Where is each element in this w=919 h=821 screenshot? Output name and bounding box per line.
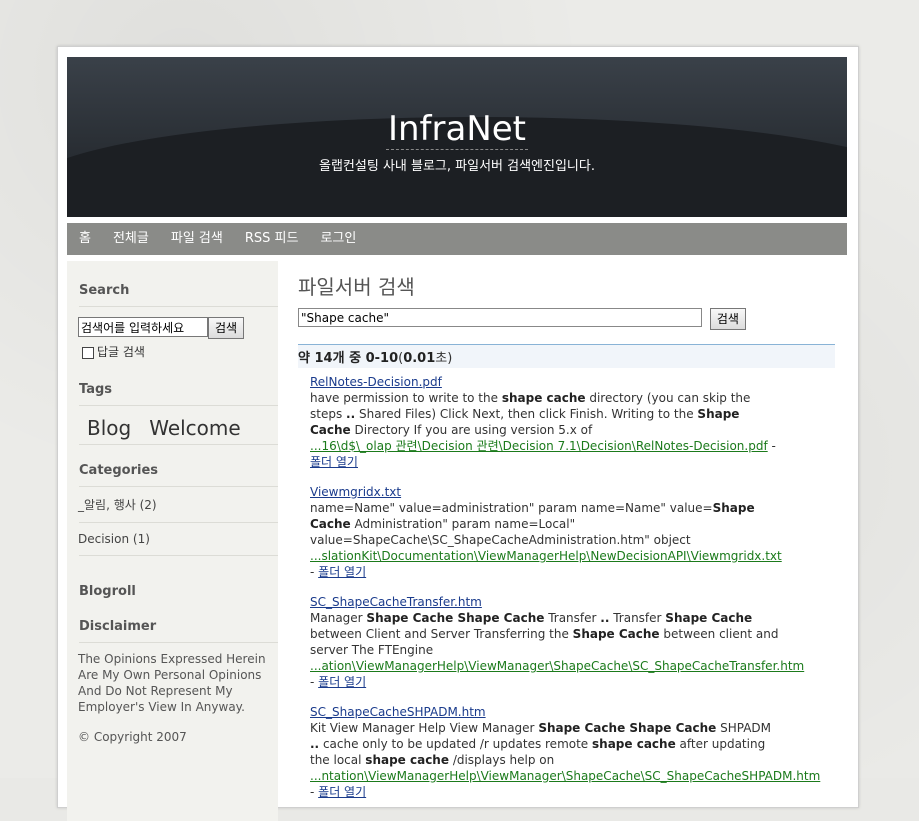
result-title-link[interactable]: SC_ShapeCacheTransfer.htm (310, 594, 780, 610)
count-prefix: 약 (298, 351, 315, 366)
divider (79, 444, 278, 445)
nav-file-search[interactable]: 파일 검색 (171, 223, 223, 255)
search-result: SC_ShapeCacheSHPADM.htm Kit View Manager… (310, 704, 821, 800)
tag-cloud: Blog Welcome (67, 406, 278, 444)
result-snippet: Manager Shape Cache Shape Cache Transfer… (310, 611, 779, 657)
file-search-input[interactable] (298, 308, 702, 327)
result-snippet: name=Name" value=administration" param n… (310, 501, 755, 547)
sidebar-search-button[interactable]: 검색 (208, 317, 245, 339)
nav-login[interactable]: 로그인 (320, 223, 356, 255)
open-folder-link[interactable]: 폴더 열기 (310, 455, 358, 469)
top-nav: 홈 전체글 파일 검색 RSS 피드 로그인 (67, 223, 847, 255)
open-folder-link[interactable]: 폴더 열기 (318, 675, 366, 689)
result-path-link[interactable]: ...16\d$\_olap 관련\Decision 관련\Decision 7… (310, 439, 768, 453)
tag-welcome[interactable]: Welcome (149, 416, 240, 440)
divider (79, 555, 278, 556)
search-result: RelNotes-Decision.pdf have permission to… (310, 374, 780, 470)
site-subtitle: 올랩컨설팅 사내 블로그, 파일서버 검색엔진입니다. (319, 159, 595, 174)
sidebar-search: 검색 답글 검색 (67, 307, 278, 360)
result-path-row: ...ation\ViewManagerHelp\ViewManager\Sha… (310, 659, 805, 689)
count-time-close: 초) (435, 351, 453, 366)
nav-home[interactable]: 홈 (79, 223, 91, 255)
search-heading: Search (79, 283, 130, 298)
file-search-form: 검색 (298, 308, 838, 330)
open-folder-link[interactable]: 폴더 열기 (318, 785, 366, 799)
search-result: SC_ShapeCacheTransfer.htm Manager Shape … (310, 594, 805, 690)
open-folder-link[interactable]: 폴더 열기 (318, 565, 366, 579)
reply-search-checkbox[interactable] (82, 346, 94, 359)
copyright-text: © Copyright 2007 (78, 730, 187, 744)
file-search-button[interactable]: 검색 (709, 308, 746, 330)
result-path-link[interactable]: ...ation\ViewManagerHelp\ViewManager\Sha… (310, 659, 804, 673)
search-result: Viewmgridx.txt name=Name" value=administ… (310, 484, 782, 580)
result-path-row: ...ntation\ViewManagerHelp\ViewManager\S… (310, 769, 821, 799)
result-snippet: have permission to write to the shape ca… (310, 391, 751, 437)
result-title-link[interactable]: Viewmgridx.txt (310, 484, 780, 500)
category-item[interactable]: Decision (1) (67, 523, 278, 555)
reply-search-label: 답글 검색 (97, 345, 145, 359)
page-title: 파일서버 검색 (298, 275, 415, 299)
category-item[interactable]: _알림, 행사 (2) (67, 487, 278, 522)
sidebar: Search 검색 답글 검색 Tags Blog Welcome Categor… (67, 261, 278, 821)
disclaimer-text: The Opinions Expressed Herein Are My Own… (78, 652, 266, 714)
reply-search-row: 답글 검색 (82, 343, 267, 360)
result-count: 약 14개 중 0-10(0.01초) (298, 344, 835, 368)
site-header: InfraNet 올랩컨설팅 사내 블로그, 파일서버 검색엔진입니다. (67, 57, 847, 217)
main-content: 파일서버 검색 검색 약 14개 중 0-10(0.01초) RelNotes-… (298, 261, 838, 814)
tag-blog[interactable]: Blog (87, 416, 131, 440)
result-path-row: ...slationKit\Documentation\ViewManagerH… (310, 549, 782, 579)
result-snippet: Kit View Manager Help View Manager Shape… (310, 721, 772, 767)
site-title-text[interactable]: InfraNet (385, 109, 529, 150)
site-title[interactable]: InfraNet (67, 109, 847, 150)
result-title-link[interactable]: SC_ShapeCacheSHPADM.htm (310, 704, 780, 720)
tags-heading: Tags (79, 382, 113, 397)
disclaimer-heading: Disclaimer (79, 619, 157, 634)
nav-rss-feed[interactable]: RSS 피드 (245, 223, 299, 255)
blogroll-heading: Blogroll (79, 584, 136, 599)
count-time: 0.01 (403, 351, 436, 366)
nav-all-posts[interactable]: 전체글 (113, 223, 149, 255)
result-title-link[interactable]: RelNotes-Decision.pdf (310, 374, 780, 390)
count-mid: 개 중 (332, 351, 366, 366)
count-total: 14 (314, 351, 333, 366)
sidebar-search-input[interactable] (78, 317, 208, 337)
result-path-row: ...16\d$\_olap 관련\Decision 관련\Decision 7… (310, 439, 776, 469)
categories-heading: Categories (79, 463, 159, 478)
count-range: 0-10 (365, 351, 399, 366)
page-frame: InfraNet 올랩컨설팅 사내 블로그, 파일서버 검색엔진입니다. 홈 전체… (57, 46, 859, 821)
result-path-link[interactable]: ...ntation\ViewManagerHelp\ViewManager\S… (310, 769, 820, 783)
result-path-link[interactable]: ...slationKit\Documentation\ViewManagerH… (310, 549, 782, 563)
